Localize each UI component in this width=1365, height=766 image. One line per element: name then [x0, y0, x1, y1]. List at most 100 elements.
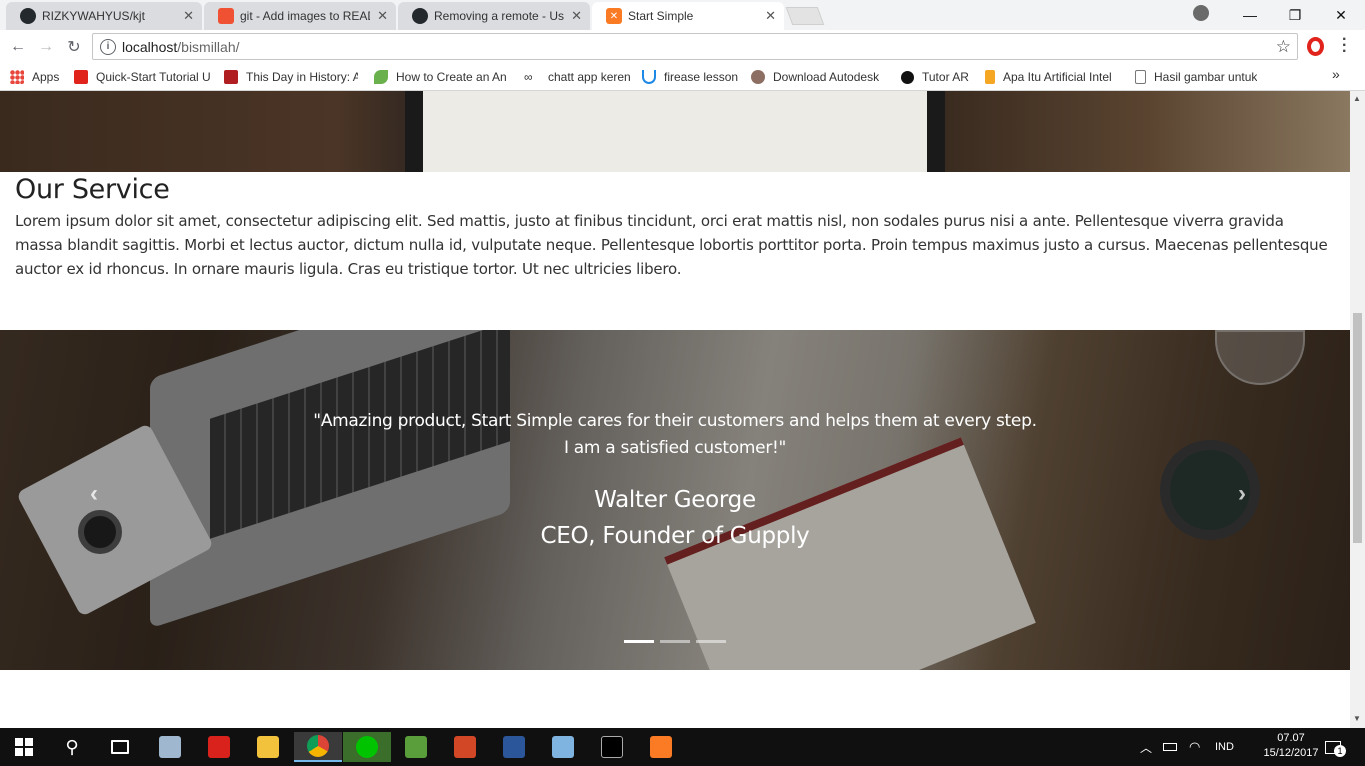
carousel-indicators: [624, 640, 726, 643]
close-icon[interactable]: ✕: [183, 8, 194, 24]
window-close-button[interactable]: ✕: [1318, 0, 1364, 30]
start-button[interactable]: [0, 732, 48, 762]
profile-icon[interactable]: [1193, 5, 1209, 21]
quote-line: I am a satisfied customer!": [563, 438, 787, 458]
scroll-up-icon[interactable]: ▲: [1353, 94, 1361, 103]
word-icon[interactable]: [490, 732, 538, 762]
browser-tab-1[interactable]: RIZKYWAHYUS/kjt ✕: [6, 2, 202, 30]
new-tab-button[interactable]: [785, 7, 825, 25]
git-icon: [218, 8, 234, 24]
bookmark-label: Tutor AR: [922, 70, 969, 84]
opera-extension-icon[interactable]: [1307, 37, 1324, 56]
author-role: CEO, Founder of Gupply: [540, 523, 810, 549]
command-prompt-icon[interactable]: [588, 732, 636, 762]
bookmark-item[interactable]: Apa Itu Artificial Intel: [985, 68, 1120, 86]
url-host: localhost: [122, 38, 178, 55]
carousel-indicator[interactable]: [624, 640, 654, 643]
bookmark-star-icon[interactable]: ☆: [1276, 37, 1291, 57]
page-scrollbar[interactable]: ▲ ▼: [1350, 91, 1365, 728]
infinity-icon: ∞: [524, 70, 533, 84]
bookmark-label: This Day in History: A: [246, 70, 358, 84]
close-icon[interactable]: ✕: [571, 8, 582, 24]
language-indicator[interactable]: IND: [1215, 728, 1234, 766]
tab-title: Removing a remote - Use: [434, 9, 564, 23]
bookmark-label: firease lesson: [664, 70, 739, 84]
bookmark-item[interactable]: This Day in History: A: [224, 68, 358, 86]
control-panel-icon[interactable]: [146, 732, 194, 762]
virtualbox-icon[interactable]: [539, 732, 587, 762]
restore-button[interactable]: ❐: [1272, 0, 1318, 30]
bookmark-label: Hasil gambar untuk: [1154, 70, 1258, 84]
github-icon: [412, 8, 428, 24]
file-explorer-icon[interactable]: [244, 732, 292, 762]
document-icon: [1135, 70, 1146, 84]
wifi-icon[interactable]: ◠: [1189, 728, 1200, 766]
show-hidden-icons[interactable]: ︿: [1140, 728, 1152, 766]
service-title: Our Service: [15, 174, 170, 205]
bookmark-item[interactable]: ∞ chatt app keren: [524, 68, 632, 86]
reload-icon[interactable]: ↻: [63, 36, 85, 58]
scroll-down-icon[interactable]: ▼: [1353, 714, 1361, 723]
bookmark-item[interactable]: firease lesson: [642, 68, 742, 86]
bookmark-apps[interactable]: Apps: [10, 68, 70, 86]
back-arrow-icon[interactable]: ←: [7, 36, 29, 58]
carousel-next-icon[interactable]: ›: [1238, 480, 1246, 508]
close-icon[interactable]: ✕: [765, 8, 776, 24]
testimonial-author: Walter George CEO, Founder of Gupply: [0, 482, 1350, 554]
testimonial-carousel[interactable]: "Amazing product, Start Simple cares for…: [0, 330, 1350, 670]
bookmark-item[interactable]: Hasil gambar untuk: [1135, 68, 1270, 86]
battery-icon[interactable]: [1163, 728, 1177, 766]
notification-count: 1: [1334, 745, 1346, 757]
bookmark-item[interactable]: How to Create an An: [374, 68, 510, 86]
action-center-icon[interactable]: 1: [1325, 728, 1346, 766]
bookmark-favicon: [751, 70, 765, 84]
search-icon[interactable]: ⚲: [48, 732, 96, 762]
task-view-icon[interactable]: [96, 732, 144, 762]
xampp-icon: ✕: [606, 8, 622, 24]
more-bookmarks-icon[interactable]: »: [1332, 66, 1340, 82]
sublime-icon[interactable]: [392, 732, 440, 762]
bookmark-label: Quick-Start Tutorial U: [96, 70, 211, 84]
bookmark-favicon: [901, 70, 914, 84]
bookmark-item[interactable]: Quick-Start Tutorial U: [74, 68, 211, 86]
browser-toolbar: ← → ↻ i localhost/bismillah/ ☆: [0, 30, 1365, 63]
chrome-icon[interactable]: [294, 732, 342, 762]
header-background-image: [0, 91, 1350, 172]
testimonial-quote: "Amazing product, Start Simple cares for…: [0, 408, 1350, 462]
browser-tab-active[interactable]: ✕ Start Simple ✕: [592, 2, 784, 30]
minimize-button[interactable]: —: [1227, 0, 1273, 30]
close-icon[interactable]: ✕: [377, 8, 388, 24]
bookmarks-bar: Apps Quick-Start Tutorial U This Day in …: [0, 63, 1365, 91]
laptop-image: [405, 91, 945, 172]
address-bar[interactable]: i localhost/bismillah/ ☆: [92, 33, 1298, 60]
carousel-prev-icon[interactable]: ‹: [90, 480, 98, 508]
url-path: /bismillah/: [177, 38, 240, 55]
carousel-indicator[interactable]: [696, 640, 726, 643]
scrollbar-thumb[interactable]: [1353, 313, 1362, 543]
browser-tab-2[interactable]: git - Add images to READ ✕: [204, 2, 396, 30]
bookmark-item[interactable]: Download Autodesk: [751, 68, 889, 86]
github-icon: [20, 8, 36, 24]
carousel-indicator[interactable]: [660, 640, 690, 643]
page-viewport: Our Service Lorem ipsum dolor sit amet, …: [0, 91, 1350, 728]
tab-title: RIZKYWAHYUS/kjt: [42, 9, 145, 23]
apps-grid-icon: [10, 70, 24, 84]
bookmark-favicon: [985, 70, 995, 84]
url-text[interactable]: localhost/bismillah/: [122, 39, 240, 55]
site-info-icon[interactable]: i: [100, 38, 116, 55]
windows-logo-icon: [15, 738, 33, 756]
tab-strip: RIZKYWAHYUS/kjt ✕ git - Add images to RE…: [0, 0, 1365, 30]
bookmark-item[interactable]: Tutor AR: [901, 68, 977, 86]
author-name: Walter George: [594, 487, 756, 513]
xampp-taskbar-icon[interactable]: [637, 732, 685, 762]
browser-menu-icon[interactable]: · · ·: [1342, 32, 1347, 60]
bookmark-label: Apps: [32, 70, 60, 84]
browser-tab-3[interactable]: Removing a remote - Use ✕: [398, 2, 590, 30]
tab-title: git - Add images to READ: [240, 9, 370, 23]
powerpoint-icon[interactable]: [441, 732, 489, 762]
line-app-icon[interactable]: [343, 732, 391, 762]
system-clock[interactable]: 07.07 15/12/2017: [1262, 731, 1320, 761]
acrobat-icon[interactable]: [195, 732, 243, 762]
forward-arrow-icon[interactable]: →: [35, 36, 57, 58]
bookmark-label: Download Autodesk: [773, 70, 880, 84]
